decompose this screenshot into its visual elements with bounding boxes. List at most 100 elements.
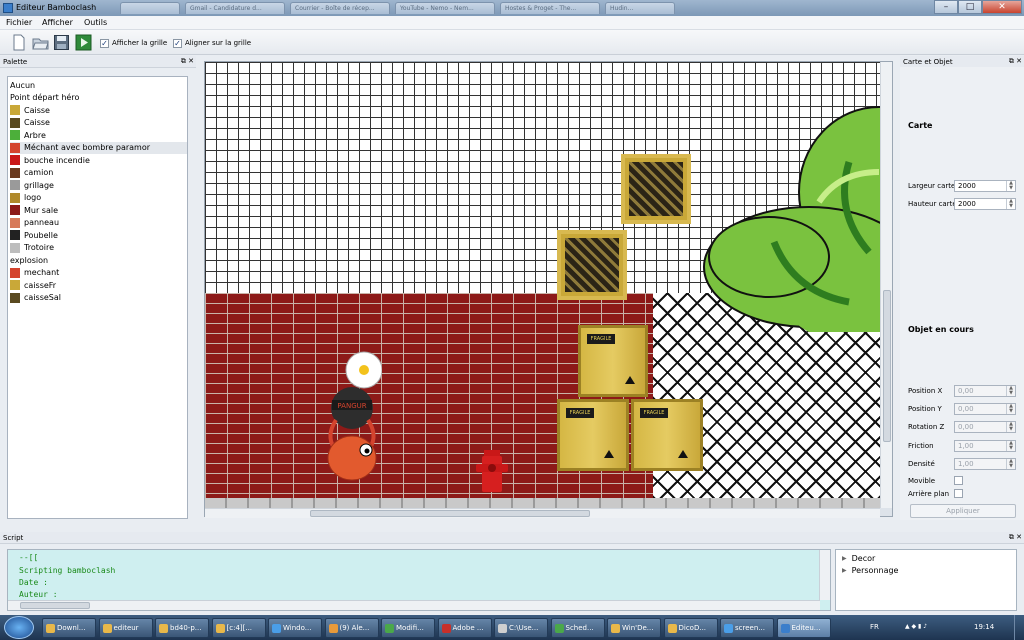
background-checkbox[interactable] [954,489,963,498]
taskbar-button[interactable]: C:\Use... [494,618,548,638]
minimize-icon[interactable]: – [934,0,958,14]
show-grid-checkbox[interactable]: ✓ [100,39,109,48]
canvas-vertical-scrollbar[interactable] [880,62,892,508]
spin-arrows-icon[interactable]: ▲ ▼ [1006,441,1015,451]
expand-arrow-icon[interactable]: ▶ [842,555,847,562]
enemy-bomb-label: PANGUR [337,402,366,410]
palette-item[interactable]: Caisse [10,117,187,129]
dock-float-close-icon[interactable]: ⧉ ✕ [181,57,194,66]
vertical-scroll-thumb[interactable] [883,290,891,442]
fire-hydrant-sprite[interactable] [474,444,510,496]
position-y-spinbox[interactable]: 0,00 ▲ ▼ [954,403,1016,415]
rotation-z-spinbox[interactable]: 0,00 ▲ ▼ [954,421,1016,433]
palette-list: Aucun Point départ héro Caisse Caisse Arbre M… [7,76,188,519]
close-icon[interactable]: ✕ [982,0,1022,14]
map-height-spinbox[interactable]: 2000 ▲ ▼ [954,198,1016,210]
map-canvas[interactable]: FRAGILE FRAGILE FRAGILE PANGUR [205,62,880,508]
spin-arrows-icon[interactable]: ▲ ▼ [1006,404,1015,414]
show-desktop-button[interactable] [1014,615,1024,640]
script-scroll-thumb[interactable] [20,602,90,609]
density-spinbox[interactable]: 1,00 ▲ ▼ [954,458,1016,470]
script-vertical-scrollbar[interactable] [819,550,830,600]
spin-arrows-icon[interactable]: ▲ ▼ [1006,199,1015,209]
palette-item-label: Mur sale [24,205,59,215]
palette-item[interactable]: Méchant avec bombre paramor [10,141,187,154]
taskbar-button[interactable]: Downl... [42,618,96,638]
palette-item[interactable]: camion [10,167,187,179]
dark-crate[interactable] [621,154,691,224]
taskbar-button[interactable]: DicoD... [663,618,718,638]
taskbar-button[interactable]: editeur [98,618,153,638]
palette-item[interactable]: Arbre [10,129,187,141]
fragile-crate[interactable]: FRAGILE [578,325,648,397]
script-horizontal-scrollbar[interactable] [8,600,820,610]
palette-item[interactable]: Aucun [10,79,187,91]
apply-button[interactable]: Appliquer [910,504,1016,518]
tree-item-personnage[interactable]: ▶ Personnage [842,566,898,575]
taskbar-button[interactable]: Windo... [268,618,322,638]
taskbar-button[interactable]: Win'De... [607,618,661,638]
palette-dock-title: Palette ⧉ ✕ [0,56,196,68]
script-editor[interactable]: --[[ Scripting bamboclash Date : Auteur … [7,549,831,611]
spin-arrows-icon[interactable]: ▲ ▼ [1006,422,1015,432]
new-file-button[interactable] [10,34,27,51]
palette-item[interactable]: caisseFr [10,279,187,291]
tray-icons[interactable]: ▲ ◆ ▮ ♪ [905,623,927,630]
taskbar-button[interactable]: screen... [720,618,774,638]
dock-float-close-icon[interactable]: ⧉ ✕ [1009,533,1022,542]
dock-float-close-icon[interactable]: ⧉ ✕ [1009,57,1022,66]
maximize-icon[interactable]: □ [958,0,982,14]
taskbar-button[interactable]: Adobe ... [437,618,492,638]
app-icon [3,3,13,13]
palette-item[interactable]: bouche incendie [10,154,187,166]
play-button[interactable] [75,34,92,51]
palette-item[interactable]: caisseSal [10,292,187,304]
palette-item[interactable]: logo [10,192,187,204]
fragile-crate[interactable]: FRAGILE [557,399,629,471]
canvas-horizontal-scrollbar[interactable] [205,508,880,518]
palette-item[interactable]: grillage [10,179,187,191]
palette-item[interactable]: Mur sale [10,204,187,216]
menu-fichier[interactable]: Fichier [4,17,34,28]
palette-item-label: Arbre [24,130,46,140]
horizontal-scroll-thumb[interactable] [310,510,590,517]
palette-item[interactable]: Point départ héro [10,92,187,104]
fragile-crate[interactable]: FRAGILE [631,399,703,471]
palette-item[interactable]: mechant [10,267,187,279]
taskbar-button[interactable]: bd40-p... [155,618,209,638]
align-grid-checkbox[interactable]: ✓ [173,39,182,48]
position-x-spinbox[interactable]: 0,00 ▲ ▼ [954,385,1016,397]
palette-item[interactable]: Caisse [10,104,187,116]
palette-item[interactable]: panneau [10,217,187,229]
spin-arrows-icon[interactable]: ▲ ▼ [1006,181,1015,191]
menu-afficher[interactable]: Afficher [40,17,75,28]
tree-item-decor[interactable]: ▶ Decor [842,554,875,563]
expand-arrow-icon[interactable]: ▶ [842,567,847,574]
taskbar-button[interactable]: (9) Ale... [324,618,379,638]
map-width-spinbox[interactable]: 2000 ▲ ▼ [954,180,1016,192]
background-label: Arrière plan [908,490,950,498]
dark-crate[interactable] [557,230,627,300]
spin-arrows-icon[interactable]: ▲ ▼ [1006,459,1015,469]
taskbar-button[interactable]: Sched... [550,618,605,638]
friction-spinbox[interactable]: 1,00 ▲ ▼ [954,440,1016,452]
language-indicator[interactable]: FR [870,623,879,631]
palette-item[interactable]: explosion [10,254,187,266]
taskbar-button[interactable]: Modifi... [381,618,435,638]
spin-arrows-icon[interactable]: ▲ ▼ [1006,386,1015,396]
open-file-button[interactable] [32,34,49,51]
movable-checkbox[interactable] [954,476,963,485]
enemy-sprite[interactable]: PANGUR [322,350,382,485]
palette-item[interactable]: Trotoire [10,242,187,254]
map-height-label: Hauteur carte [908,200,957,208]
tree-sprite[interactable] [699,92,880,332]
palette-item[interactable]: Poubelle [10,229,187,241]
menu-outils[interactable]: Outils [82,17,109,28]
palette-item-label: Méchant avec bombre paramor [24,143,151,152]
save-button[interactable] [53,34,70,51]
save-icon [54,35,69,50]
clock[interactable]: 19:14 [974,623,994,631]
start-button[interactable] [4,616,34,639]
taskbar-button[interactable]: Editeu... [776,618,831,638]
taskbar-button[interactable]: [c:4][... [211,618,266,638]
